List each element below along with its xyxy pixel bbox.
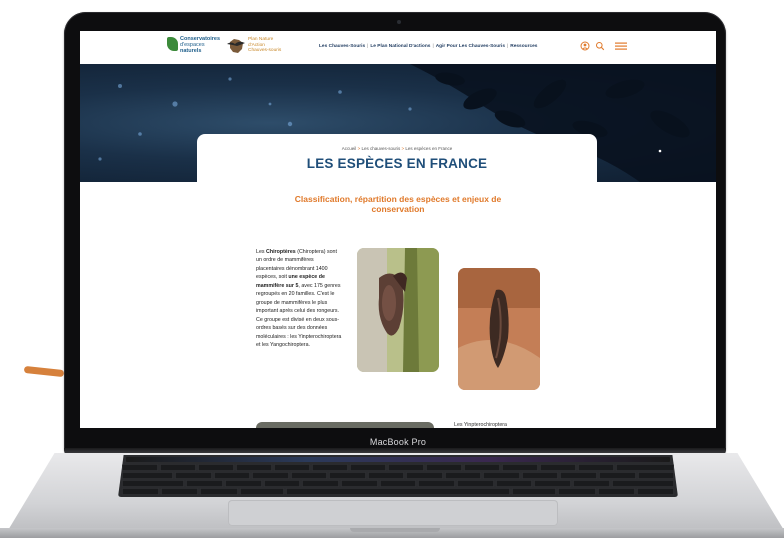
menu-icon[interactable]	[614, 41, 628, 51]
hanging-horseshoe-bat-photo	[458, 268, 540, 390]
laptop-model-label: MacBook Pro	[369, 437, 427, 447]
title-card: Accueil > Les chauves-souris > Les espèc…	[197, 134, 597, 184]
next-section-photo-top	[256, 422, 434, 428]
main-content: Classification, répartition des espèces …	[80, 182, 716, 428]
bat-on-mossy-trunk-photo	[357, 248, 439, 372]
laptop-screen: Conservatoires d'espaces naturels Plan N…	[80, 31, 716, 428]
cen-logo-text[interactable]: Conservatoires d'espaces naturels	[180, 36, 226, 54]
paragraph-text: , avec 175 genres regroupés en 20 famill…	[256, 282, 342, 348]
search-icon[interactable]	[595, 41, 605, 51]
webcam	[397, 20, 401, 24]
key-row	[118, 480, 678, 487]
next-section-label: Les Yinpterochiroptera	[454, 422, 508, 428]
breadcrumb-separator: >	[401, 146, 405, 151]
breadcrumb-separator: >	[357, 146, 361, 151]
pna-logo-text[interactable]: Plan Nature d'Action Chauves-souris	[248, 37, 282, 54]
section-subtitle: Classification, répartition des espèces …	[294, 194, 502, 214]
bat-france-logo-icon[interactable]	[225, 34, 249, 58]
nav-item-plan-national[interactable]: Le Plan National D'actions	[370, 44, 430, 49]
user-icon[interactable]	[580, 41, 590, 51]
nav-item-chauves-souris[interactable]: Les Chauves-Souris	[319, 44, 365, 49]
breadcrumb: Accueil > Les chauves-souris > Les espèc…	[197, 146, 597, 151]
paragraph-emphasis: Chiroptères	[266, 249, 296, 255]
breadcrumb-home[interactable]: Accueil	[342, 146, 357, 151]
page-title: LES ESPÈCES EN FRANCE	[306, 156, 488, 171]
laptop-keyboard	[118, 455, 678, 497]
paragraph-text: Les	[256, 249, 267, 255]
key-row	[118, 464, 678, 471]
decorative-orange-stroke	[23, 365, 65, 378]
intro-paragraph: Les Chiroptères (Chiroptera) sont un ord…	[256, 248, 342, 349]
key-row	[118, 488, 678, 495]
breadcrumb-chauves-souris[interactable]: Les chauves-souris	[361, 146, 400, 151]
site-header: Conservatoires d'espaces naturels Plan N…	[80, 31, 716, 65]
laptop-mockup: Conservatoires d'espaces naturels Plan N…	[0, 0, 784, 540]
nav-item-ressources[interactable]: Ressources	[510, 44, 537, 49]
laptop-front-notch	[350, 528, 440, 532]
main-nav: Les Chauves-Souris | Le Plan National D'…	[319, 44, 537, 49]
breadcrumb-current: Les espèces en France	[405, 146, 453, 151]
nav-item-agir[interactable]: Agir Pour Les Chauves-Souris	[436, 44, 505, 49]
touch-bar	[126, 457, 670, 462]
trackpad	[228, 500, 558, 526]
key-row	[118, 472, 678, 479]
cen-logo-icon[interactable]	[167, 37, 178, 51]
